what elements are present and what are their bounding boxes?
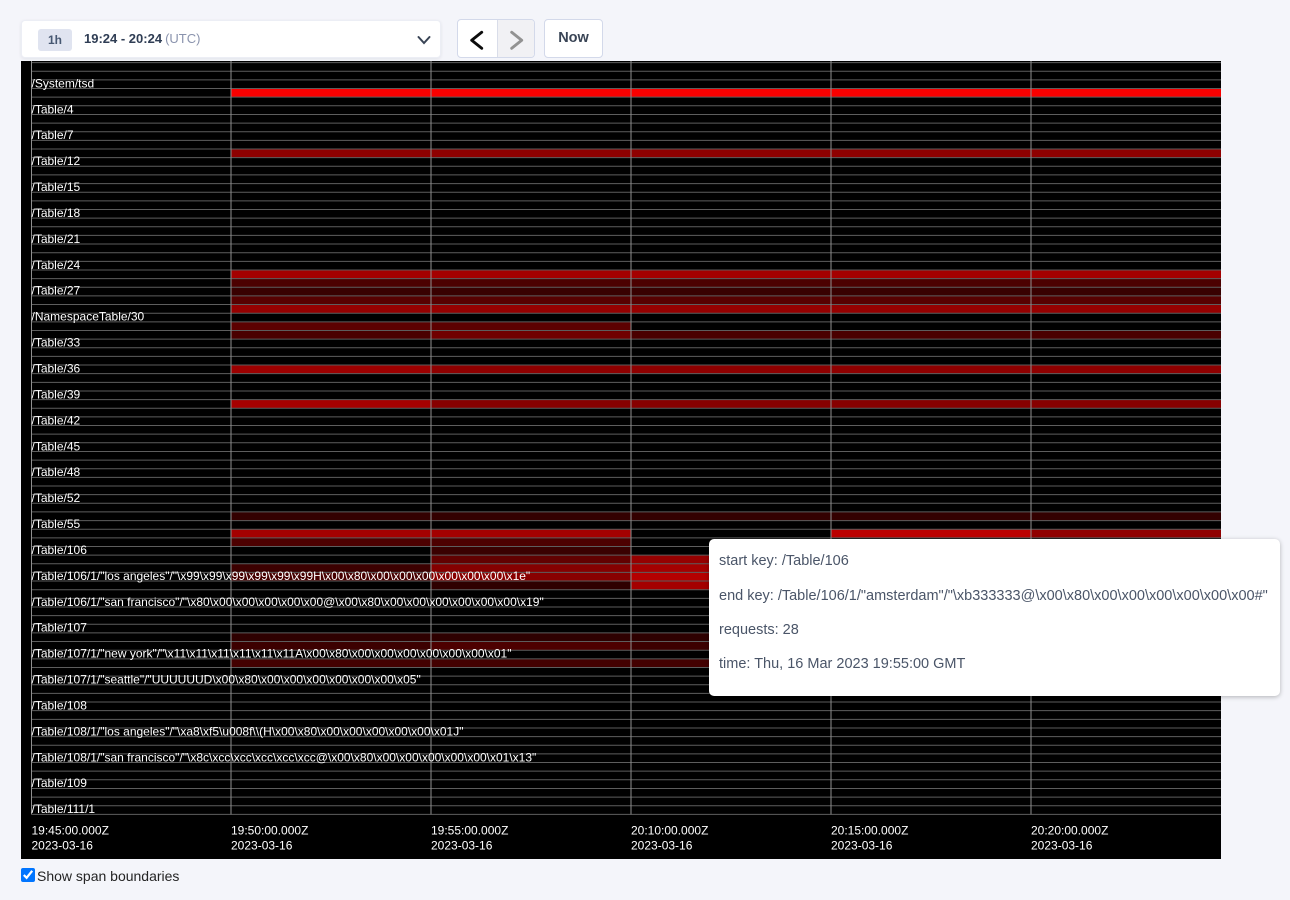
svg-text:/Table/18: /Table/18	[32, 206, 81, 220]
svg-text:/Table/106: /Table/106	[32, 543, 88, 557]
svg-text:/Table/108/1/"san francisco"/": /Table/108/1/"san francisco"/"\x8c\xcc\x…	[32, 750, 537, 764]
svg-text:2023-03-16: 2023-03-16	[231, 839, 293, 853]
svg-text:20:10:00.000Z: 20:10:00.000Z	[631, 824, 708, 838]
svg-text:/Table/7: /Table/7	[32, 128, 74, 142]
svg-text:/System/tsd: /System/tsd	[32, 76, 95, 90]
svg-text:/Table/21: /Table/21	[32, 232, 81, 246]
svg-text:/Table/108: /Table/108	[32, 698, 88, 712]
svg-text:/Table/42: /Table/42	[32, 413, 81, 427]
svg-text:/Table/106/1/"san francisco"/": /Table/106/1/"san francisco"/"\x80\x00\x…	[32, 595, 544, 609]
svg-text:/Table/45: /Table/45	[32, 439, 81, 453]
svg-text:19:50:00.000Z: 19:50:00.000Z	[231, 824, 308, 838]
svg-text:20:15:00.000Z: 20:15:00.000Z	[831, 824, 908, 838]
svg-text:/Table/12: /Table/12	[32, 154, 81, 168]
svg-text:/Table/33: /Table/33	[32, 336, 81, 350]
svg-text:/Table/55: /Table/55	[32, 517, 81, 531]
svg-text:2023-03-16: 2023-03-16	[1031, 839, 1093, 853]
svg-text:/Table/107/1/"seattle"/"UUUUUU: /Table/107/1/"seattle"/"UUUUUUD\x00\x80\…	[32, 673, 421, 687]
svg-text:/Table/52: /Table/52	[32, 491, 81, 505]
svg-text:2023-03-16: 2023-03-16	[631, 839, 693, 853]
svg-text:/Table/106/1/"los angeles"/"\x: /Table/106/1/"los angeles"/"\x99\x99\x99…	[32, 569, 531, 583]
svg-text:/NamespaceTable/30: /NamespaceTable/30	[32, 310, 145, 324]
svg-text:/Table/108/1/"los angeles"/"\x: /Table/108/1/"los angeles"/"\xa8\xf5\u00…	[32, 724, 464, 738]
svg-text:/Table/109: /Table/109	[32, 776, 88, 790]
svg-text:/Table/24: /Table/24	[32, 258, 81, 272]
svg-text:/Table/27: /Table/27	[32, 284, 81, 298]
svg-text:20:20:00.000Z: 20:20:00.000Z	[1031, 824, 1108, 838]
svg-text:2023-03-16: 2023-03-16	[831, 839, 893, 853]
svg-text:/Table/111/1: /Table/111/1	[32, 802, 96, 816]
svg-text:19:45:00.000Z: 19:45:00.000Z	[32, 824, 109, 838]
svg-text:2023-03-16: 2023-03-16	[32, 839, 94, 853]
svg-text:/Table/36: /Table/36	[32, 361, 81, 375]
svg-text:/Table/48: /Table/48	[32, 465, 81, 479]
svg-text:/Table/4: /Table/4	[32, 102, 74, 116]
svg-text:/Table/15: /Table/15	[32, 180, 81, 194]
svg-text:19:55:00.000Z: 19:55:00.000Z	[431, 824, 508, 838]
svg-text:2023-03-16: 2023-03-16	[431, 839, 493, 853]
svg-text:/Table/107/1/"new york"/"\x11\: /Table/107/1/"new york"/"\x11\x11\x11\x1…	[32, 647, 512, 661]
svg-text:/Table/39: /Table/39	[32, 387, 81, 401]
svg-text:/Table/107: /Table/107	[32, 621, 88, 635]
